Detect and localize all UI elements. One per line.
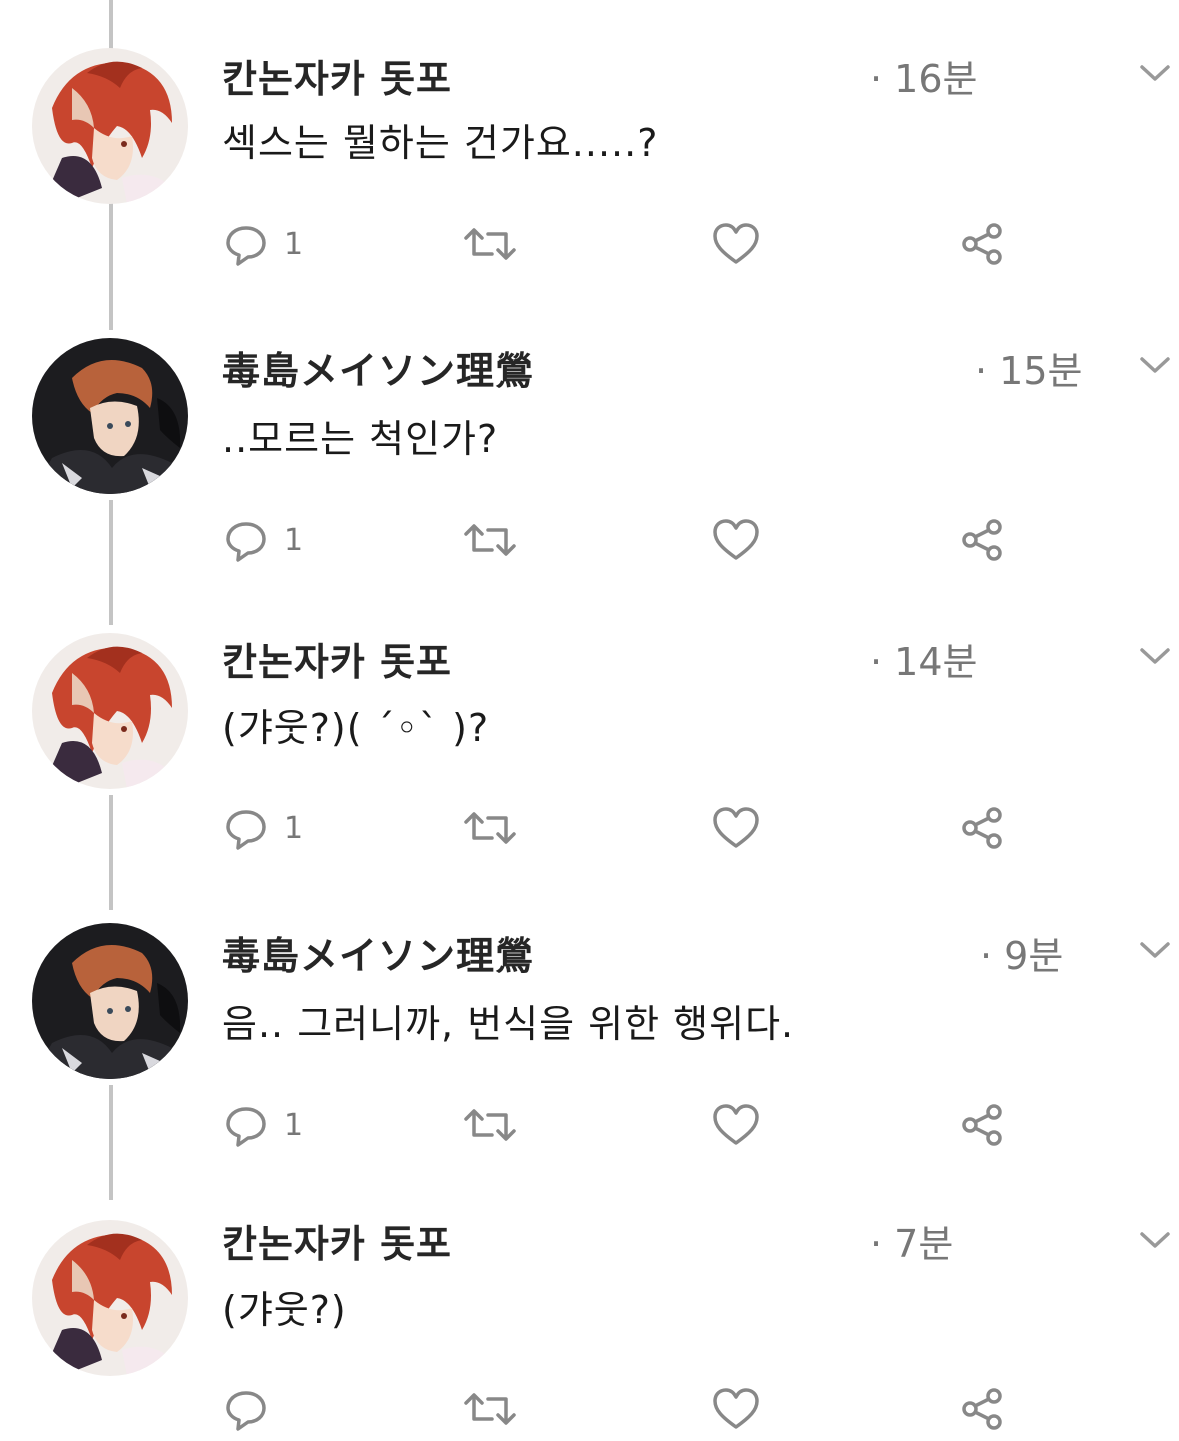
reply-count: 1 xyxy=(284,522,304,558)
timestamp[interactable]: · 14분 xyxy=(870,631,977,686)
speech-bubble-icon xyxy=(226,522,266,562)
reply-count: 1 xyxy=(284,810,304,846)
like-button[interactable] xyxy=(710,216,762,272)
username[interactable]: 칸논자카 돗포 xyxy=(222,1213,452,1268)
retweet-icon xyxy=(464,1393,516,1425)
share-button[interactable] xyxy=(958,216,1006,272)
reply-count: 1 xyxy=(284,1107,304,1143)
reply-button[interactable]: 1 xyxy=(222,216,303,272)
reply-button[interactable]: 1 xyxy=(222,512,303,568)
username[interactable]: 毒島メイソン理鶯 xyxy=(222,340,534,395)
like-button[interactable] xyxy=(710,1381,762,1437)
like-button[interactable] xyxy=(710,512,762,568)
speech-bubble-icon xyxy=(226,1391,266,1431)
dark-avatar xyxy=(32,338,188,494)
speech-bubble-icon xyxy=(226,810,266,850)
reply-count: 1 xyxy=(284,226,304,262)
share-icon xyxy=(962,1104,1002,1146)
action-bar: 1 xyxy=(222,512,1022,568)
like-button[interactable] xyxy=(710,1097,762,1153)
retweet-icon xyxy=(464,524,516,556)
retweet-icon xyxy=(464,228,516,260)
retweet-button[interactable] xyxy=(462,800,518,856)
share-icon xyxy=(962,807,1002,849)
share-button[interactable] xyxy=(958,800,1006,856)
username[interactable]: 칸논자카 돗포 xyxy=(222,48,452,103)
heart-icon xyxy=(713,1104,759,1145)
username[interactable]: 毒島メイソン理鶯 xyxy=(222,925,534,980)
retweet-button[interactable] xyxy=(462,512,518,568)
tweet-text: 섹스는 뭘하는 건가요.....? xyxy=(222,121,659,165)
avatar[interactable] xyxy=(32,923,188,1079)
reply-button[interactable] xyxy=(222,1381,284,1437)
heart-icon xyxy=(713,807,759,848)
heart-icon xyxy=(713,519,759,560)
heart-icon xyxy=(713,223,759,264)
share-button[interactable] xyxy=(958,1381,1006,1437)
share-button[interactable] xyxy=(958,1097,1006,1153)
timestamp[interactable]: · 9분 xyxy=(980,925,1063,980)
retweet-button[interactable] xyxy=(462,216,518,272)
tweet[interactable]: 毒島メイソン理鶯 · 9분 음.. 그러니까, 번식을 위한 행위다. 1 xyxy=(0,875,1179,1165)
action-bar: 1 xyxy=(222,216,1022,272)
chevron-down-icon[interactable] xyxy=(1138,354,1172,376)
tweet[interactable]: 칸논자카 돗포 · 14분 (갸웃?)( ´◦` )? 1 xyxy=(0,585,1179,875)
tweet-text: (갸웃?) xyxy=(222,1288,347,1332)
avatar[interactable] xyxy=(32,338,188,494)
action-bar xyxy=(222,1381,1022,1437)
chevron-down-icon[interactable] xyxy=(1138,645,1172,667)
retweet-icon xyxy=(464,1109,516,1141)
retweet-icon xyxy=(464,812,516,844)
share-icon xyxy=(962,1388,1002,1430)
timestamp[interactable]: · 15분 xyxy=(975,340,1082,395)
chevron-down-icon[interactable] xyxy=(1138,62,1172,84)
tweet-text: 음.. 그러니까, 번식을 위한 행위다. xyxy=(222,1002,795,1046)
tweet[interactable]: 칸논자카 돗포 · 7분 (갸웃?) xyxy=(0,1165,1179,1441)
chevron-down-icon[interactable] xyxy=(1138,1229,1172,1251)
timestamp[interactable]: · 16분 xyxy=(870,48,977,103)
chevron-down-icon[interactable] xyxy=(1138,939,1172,961)
tweet-text: (갸웃?)( ´◦` )? xyxy=(222,706,490,750)
like-button[interactable] xyxy=(710,800,762,856)
retweet-button[interactable] xyxy=(462,1381,518,1437)
avatar[interactable] xyxy=(32,633,188,789)
red-hair-avatar xyxy=(32,1220,188,1376)
tweet[interactable]: 毒島メイソン理鶯 · 15분 ..모르는 척인가? 1 xyxy=(0,290,1179,580)
timestamp[interactable]: · 7분 xyxy=(870,1213,953,1268)
share-icon xyxy=(962,223,1002,265)
share-button[interactable] xyxy=(958,512,1006,568)
action-bar: 1 xyxy=(222,800,1022,856)
tweet[interactable]: 칸논자카 돗포 · 16분 섹스는 뭘하는 건가요.....? 1 xyxy=(0,0,1179,290)
action-bar: 1 xyxy=(222,1097,1022,1153)
retweet-button[interactable] xyxy=(462,1097,518,1153)
tweet-text: ..모르는 척인가? xyxy=(222,417,499,461)
dark-avatar xyxy=(32,923,188,1079)
username[interactable]: 칸논자카 돗포 xyxy=(222,631,452,686)
red-hair-avatar xyxy=(32,633,188,789)
reply-button[interactable]: 1 xyxy=(222,1097,303,1153)
speech-bubble-icon xyxy=(226,1107,266,1147)
speech-bubble-icon xyxy=(226,226,266,266)
red-hair-avatar xyxy=(32,48,188,204)
share-icon xyxy=(962,519,1002,561)
heart-icon xyxy=(713,1388,759,1429)
avatar[interactable] xyxy=(32,48,188,204)
avatar[interactable] xyxy=(32,1220,188,1376)
reply-button[interactable]: 1 xyxy=(222,800,303,856)
